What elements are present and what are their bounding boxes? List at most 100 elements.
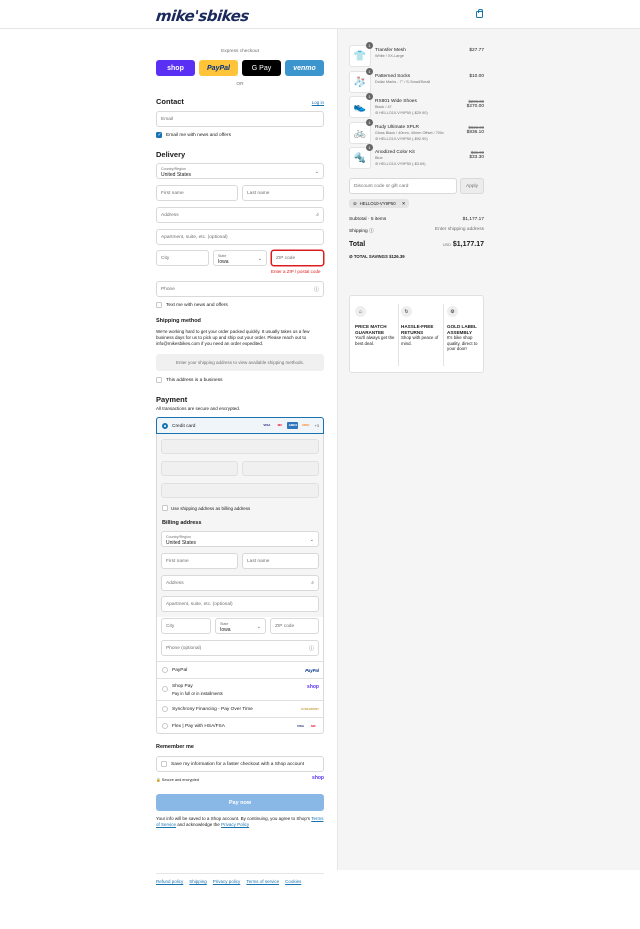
help-icon[interactable]: ⓘ	[309, 645, 314, 652]
express-buttons: shop PayPal G Pay venmo	[156, 60, 324, 76]
feature-box: ⌂ PRICE MATCH GUARANTEE You'll always ge…	[349, 295, 484, 373]
shipping-link[interactable]: Shipping	[189, 879, 207, 884]
email-news-checkbox[interactable]	[156, 132, 162, 138]
security-code-field[interactable]	[242, 461, 319, 476]
line-item: 👕 1 Transfer Mesh White / XX-Large $27.7…	[349, 42, 484, 67]
line-item: 👟 1 RX801 Wide Shoes Black / 47 ⊘ HELLO1…	[349, 93, 484, 118]
or-divider: OR	[236, 82, 244, 87]
billing-zip-field[interactable]: ZIP code	[270, 618, 319, 634]
flex-option[interactable]: Flex | Pay with HSA/FSA VISA MC	[157, 717, 323, 734]
quantity-badge: 1	[366, 42, 373, 49]
refund-policy-link[interactable]: Refund policy	[156, 879, 183, 884]
payment-heading: Payment	[156, 395, 188, 404]
header: mike'sbikes	[0, 0, 640, 29]
login-link[interactable]: Log in	[312, 100, 324, 105]
billing-address-field[interactable]: Address ⌕	[161, 575, 319, 591]
billing-last-name-field[interactable]: Last name	[242, 553, 319, 569]
visa-icon: VISA	[263, 423, 271, 427]
zip-field[interactable]: ZIP code	[271, 250, 324, 266]
remove-code-icon[interactable]: ✕	[402, 201, 406, 207]
flex-card-icons: VISA MC	[293, 723, 319, 730]
gear-icon: ⚙	[447, 306, 458, 317]
store-logo[interactable]: mike'sbikes	[155, 7, 250, 25]
billing-state-select[interactable]: State Iowa ⌄	[215, 618, 266, 634]
remember-checkbox[interactable]	[161, 761, 167, 767]
credit-card-radio[interactable]	[162, 423, 168, 429]
line-item: 🔩 1 Anodized Color Kit Blue ⊘ HELLO10-VY…	[349, 144, 484, 169]
search-icon: ⌕	[316, 212, 319, 218]
card-number-field[interactable]	[161, 439, 319, 454]
chevron-down-icon: ⌄	[257, 256, 262, 262]
paypal-radio[interactable]	[162, 667, 168, 673]
apply-button[interactable]: Apply	[460, 178, 484, 194]
state-select[interactable]: State Iowa ⌄	[213, 250, 267, 266]
help-icon[interactable]: ⓘ	[314, 286, 319, 293]
billing-country-select[interactable]: Country/Region United States ⌄	[161, 531, 319, 547]
shop-pay-button[interactable]: shop	[156, 60, 195, 76]
billing-apartment-field[interactable]: Apartment, suite, etc. (optional)	[161, 596, 319, 612]
country-select[interactable]: Country/Region United States ⌄	[156, 163, 324, 179]
synchrony-option[interactable]: Synchrony Financing - Pay Over Time SYNC…	[157, 700, 323, 717]
use-shipping-checkbox[interactable]	[162, 505, 168, 511]
name-on-card-field[interactable]	[161, 483, 319, 498]
line-item: 🧦 1 Patterned Socks Dollar Marks - 7" / …	[349, 68, 484, 93]
phone-field[interactable]: Phone ⓘ	[156, 281, 324, 297]
shop-pay-logo: shop	[307, 684, 319, 690]
text-news-checkbox[interactable]	[156, 302, 162, 308]
secure-text: 🔒 Secure and encrypted	[156, 778, 199, 782]
item-price: $10.00	[469, 74, 484, 79]
credit-card-option[interactable]: Credit card VISA MC AMEX DISC +3	[156, 417, 324, 434]
flex-radio[interactable]	[162, 723, 168, 729]
item-variant: Dollar Marks - 7" / S-Small/Small	[375, 80, 431, 84]
venmo-button[interactable]: venmo	[285, 60, 324, 76]
first-name-field[interactable]: First name	[156, 185, 238, 201]
shop-pay-option[interactable]: Shop Pay Pay in full or in installments …	[157, 678, 323, 700]
search-icon: ⌕	[311, 580, 314, 586]
help-icon[interactable]: ⓘ	[369, 229, 374, 234]
paypal-label: PayPal	[172, 667, 188, 673]
remember-me-box[interactable]: Save my information for a faster checkou…	[156, 756, 324, 772]
shop-pay-radio[interactable]	[162, 686, 168, 692]
paypal-button[interactable]: PayPal	[199, 60, 238, 76]
privacy-policy-link[interactable]: Privacy policy	[213, 879, 241, 884]
quantity-badge: 1	[366, 144, 373, 151]
city-field[interactable]: City	[156, 250, 209, 266]
billing-phone-field[interactable]: Phone (optional) ⓘ	[161, 640, 319, 656]
expiration-field[interactable]	[161, 461, 238, 476]
payment-methods: Credit card VISA MC AMEX DISC +3 Use shi…	[156, 417, 324, 734]
tag-icon: ⊘	[353, 200, 357, 206]
address-field[interactable]: Address ⌕	[156, 207, 324, 223]
billing-city-field[interactable]: City	[161, 618, 211, 634]
flex-label: Flex | Pay with HSA/FSA	[172, 723, 225, 729]
synchrony-radio[interactable]	[162, 706, 168, 712]
applied-code-tag: ⊘ HELLO10-VY9P50 ✕	[349, 199, 410, 208]
express-checkout-title: Express checkout	[221, 49, 259, 54]
paypal-logo: PayPal	[305, 667, 319, 673]
email-field[interactable]: Email	[156, 111, 324, 127]
last-name-field[interactable]: Last name	[242, 185, 324, 201]
business-checkbox[interactable]	[156, 377, 162, 383]
billing-first-name-field[interactable]: First name	[161, 553, 238, 569]
item-variant: White / XX-Large	[375, 54, 404, 58]
apartment-field[interactable]: Apartment, suite, etc. (optional)	[156, 229, 324, 245]
zip-error: Enter a ZIP / postal code	[271, 269, 321, 274]
paypal-option[interactable]: PayPal PayPal	[157, 661, 323, 678]
tag-icon: ⊘	[349, 254, 353, 259]
terms-link[interactable]: Terms of service	[246, 879, 279, 884]
shopping-bag-icon[interactable]	[476, 9, 483, 18]
payment-subtext: All transactions are secure and encrypte…	[156, 406, 241, 411]
footer-divider	[156, 873, 324, 874]
discount-code-input[interactable]: Discount code or gift card	[349, 178, 457, 194]
feature-divider	[398, 304, 399, 366]
google-pay-button[interactable]: G Pay	[242, 60, 281, 76]
text-news-label: Text me with news and offers	[166, 303, 228, 308]
total-row: Total USD $1,177.17	[349, 241, 484, 248]
line-item: 🚲 1 Rudy Ultimate XPLR Gloss Black / 40m…	[349, 119, 484, 144]
feature-assembly: ⚙ GOLD LABEL ASSEMBLY It's bike shop qua…	[447, 306, 487, 352]
synchrony-label: Synchrony Financing - Pay Over Time	[172, 706, 253, 712]
item-variant: Blue	[375, 156, 383, 160]
privacy-link[interactable]: Privacy Policy	[221, 822, 249, 827]
pay-now-button[interactable]: Pay now	[156, 794, 324, 811]
cookies-link[interactable]: Cookies	[285, 879, 301, 884]
credit-card-label: Credit card	[172, 423, 196, 429]
